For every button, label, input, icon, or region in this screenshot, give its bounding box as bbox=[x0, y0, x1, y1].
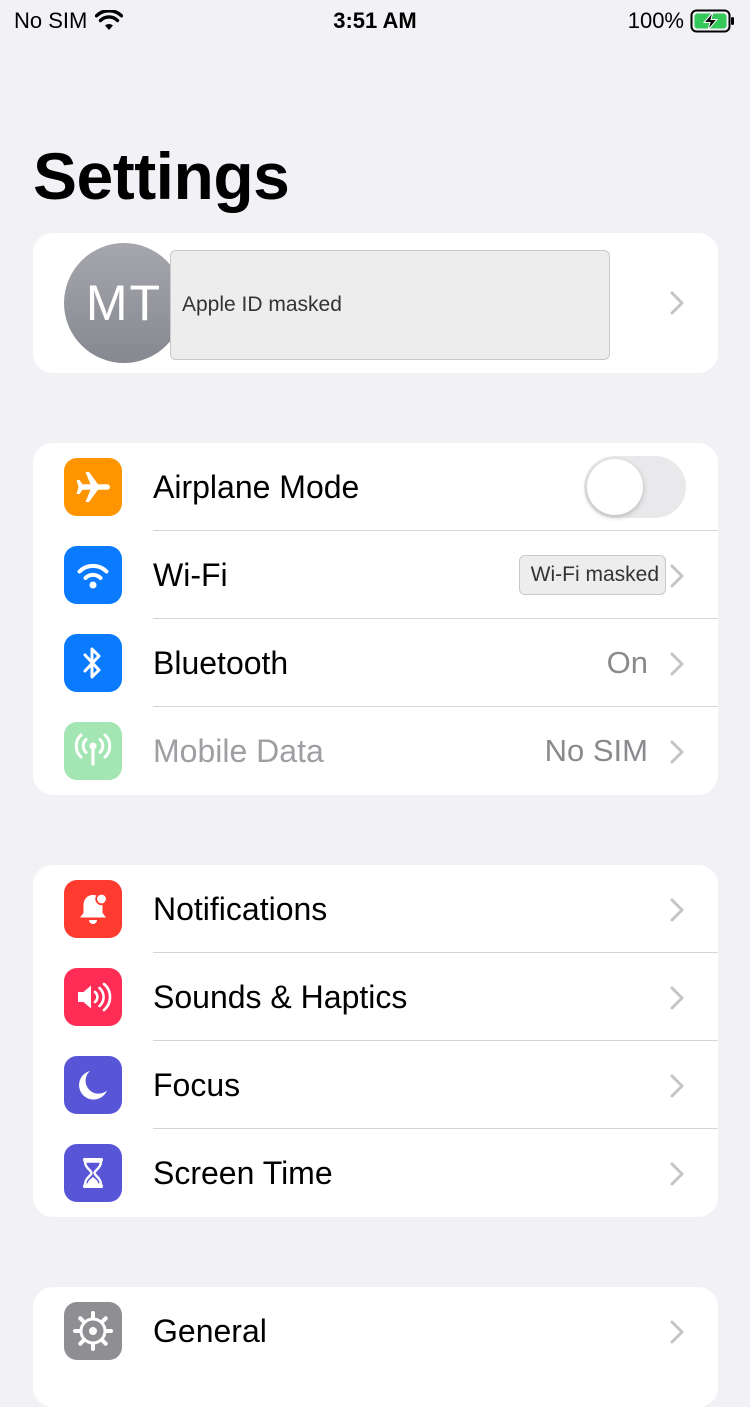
mobile-data-label: Mobile Data bbox=[153, 733, 324, 769]
moon-icon bbox=[64, 1056, 122, 1114]
battery-charging-icon bbox=[690, 9, 734, 33]
sounds-haptics-label: Sounds & Haptics bbox=[153, 979, 408, 1015]
chevron-right-icon bbox=[670, 291, 684, 315]
row-mobile-data[interactable]: Mobile Data No SIM bbox=[33, 707, 718, 795]
chevron-right-icon bbox=[670, 898, 684, 922]
general-label: General bbox=[153, 1313, 267, 1349]
airplane-icon bbox=[64, 458, 122, 516]
chevron-right-icon bbox=[670, 1074, 684, 1098]
screen-time-label: Screen Time bbox=[153, 1155, 333, 1191]
bluetooth-value: On bbox=[606, 645, 648, 680]
connectivity-group: Airplane Mode Wi-Fi Wi-Fi masked Bluetoo… bbox=[33, 443, 718, 795]
status-bar: No SIM 3:51 AM 100% bbox=[0, 0, 750, 40]
row-screen-time[interactable]: Screen Time bbox=[33, 1129, 718, 1217]
airplane-mode-toggle[interactable] bbox=[584, 456, 686, 518]
chevron-right-icon bbox=[670, 652, 684, 676]
chevron-right-icon bbox=[670, 1162, 684, 1186]
apple-id-mask-text: Apple ID masked bbox=[182, 293, 342, 316]
wifi-network-masked: Wi-Fi masked bbox=[518, 555, 666, 595]
avatar-initials: MT bbox=[85, 275, 163, 331]
focus-label: Focus bbox=[153, 1067, 241, 1103]
toggle-knob bbox=[587, 459, 643, 515]
wifi-mask-text: Wi-Fi masked bbox=[530, 563, 659, 586]
mobile-data-value: No SIM bbox=[544, 733, 648, 768]
chevron-right-icon bbox=[670, 1320, 684, 1344]
row-wifi[interactable]: Wi-Fi Wi-Fi masked bbox=[33, 531, 718, 619]
row-airplane-mode[interactable]: Airplane Mode bbox=[33, 443, 718, 531]
notifications-label: Notifications bbox=[153, 891, 328, 927]
antenna-icon bbox=[64, 722, 122, 780]
avatar: MT bbox=[64, 243, 184, 363]
row-general[interactable]: General bbox=[33, 1287, 718, 1375]
apple-id-name-masked: Apple ID masked bbox=[170, 250, 610, 360]
hourglass-icon bbox=[64, 1144, 122, 1202]
notifications-group: Notifications Sounds & Haptics Focus Scr… bbox=[33, 865, 718, 1217]
chevron-right-icon bbox=[670, 740, 684, 764]
row-bluetooth[interactable]: Bluetooth On bbox=[33, 619, 718, 707]
airplane-mode-label: Airplane Mode bbox=[153, 469, 360, 505]
chevron-right-icon bbox=[670, 986, 684, 1010]
bluetooth-icon bbox=[64, 634, 122, 692]
gear-icon bbox=[64, 1302, 122, 1360]
battery-percent: 100% bbox=[627, 8, 684, 33]
page-title: Settings bbox=[33, 139, 290, 213]
bluetooth-label: Bluetooth bbox=[153, 645, 289, 681]
wifi-icon bbox=[64, 546, 122, 604]
row-notifications[interactable]: Notifications bbox=[33, 865, 718, 953]
status-right: 100% bbox=[628, 8, 736, 34]
row-focus[interactable]: Focus bbox=[33, 1041, 718, 1129]
chevron-right-icon bbox=[670, 564, 684, 588]
general-group: General bbox=[33, 1287, 718, 1407]
row-sounds-haptics[interactable]: Sounds & Haptics bbox=[33, 953, 718, 1041]
speaker-icon bbox=[64, 968, 122, 1026]
bell-icon bbox=[64, 880, 122, 938]
apple-id-card[interactable]: MT Apple ID masked bbox=[33, 233, 718, 373]
wifi-label: Wi-Fi bbox=[153, 557, 228, 593]
